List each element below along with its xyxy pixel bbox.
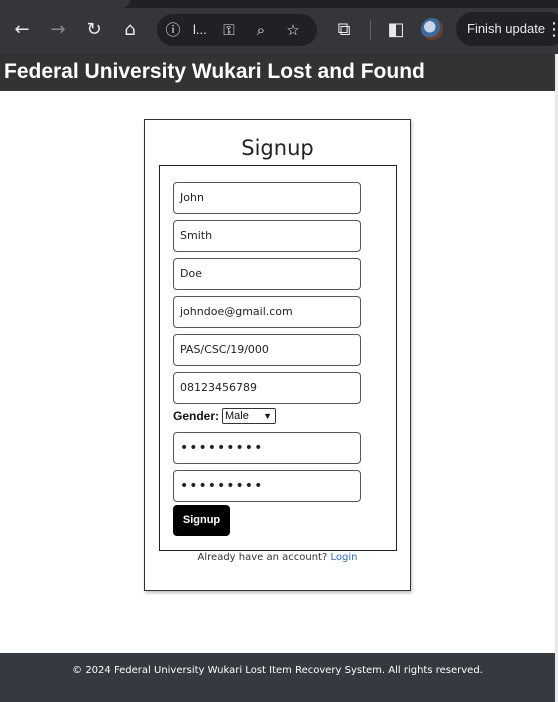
- finish-update-button[interactable]: Finish update: [456, 12, 558, 46]
- gender-select[interactable]: Male ▼: [222, 408, 277, 424]
- key-icon[interactable]: ⚿: [218, 14, 240, 46]
- gender-label: Gender:: [173, 409, 220, 423]
- gender-selected-value: Male: [225, 410, 249, 422]
- home-icon[interactable]: ⌂: [117, 17, 143, 43]
- toolbar-divider: [370, 20, 371, 40]
- side-panel-icon[interactable]: ◧: [383, 17, 409, 43]
- middle-name-input[interactable]: Smith: [173, 220, 361, 252]
- arrow-right-icon[interactable]: →: [45, 17, 71, 43]
- arrow-left-icon[interactable]: ←: [9, 17, 35, 43]
- reload-icon[interactable]: ↻: [81, 17, 107, 43]
- site-title: Federal University Wukari Lost and Found: [4, 60, 425, 83]
- last-name-input[interactable]: Doe: [173, 258, 361, 290]
- address-bar[interactable]: ⓘ l... ⚿ ⌕ ☆: [157, 14, 317, 46]
- login-prompt: Already have an account? Login: [145, 552, 410, 563]
- profile-avatar[interactable]: [421, 18, 443, 40]
- login-link[interactable]: Login: [330, 552, 357, 563]
- site-info-icon[interactable]: ⓘ: [162, 14, 184, 46]
- phone-input[interactable]: 08123456789: [173, 372, 361, 404]
- footer-copyright: © 2024 Federal University Wukari Lost It…: [72, 665, 483, 676]
- active-tab[interactable]: [0, 0, 130, 8]
- reg-number-input[interactable]: PAS/CSC/19/000: [173, 334, 361, 366]
- chevron-down-icon: ▼: [263, 411, 273, 421]
- signup-form: John Smith Doe johndoe@gmail.com PAS/CSC…: [159, 165, 397, 551]
- puzzle-icon[interactable]: ⧉: [331, 17, 357, 43]
- tab-strip: [0, 0, 558, 8]
- url-text[interactable]: l...: [193, 14, 207, 46]
- confirm-password-input[interactable]: •••••••••: [173, 470, 361, 502]
- first-name-input[interactable]: John: [173, 182, 361, 214]
- password-input[interactable]: •••••••••: [173, 432, 361, 464]
- zoom-icon[interactable]: ⌕: [250, 14, 272, 46]
- email-input[interactable]: johndoe@gmail.com: [173, 296, 361, 328]
- browser-toolbar: ← → ↻ ⌂ ⓘ l... ⚿ ⌕ ☆ ⧉ ◧ Finish update ⋮: [0, 0, 558, 54]
- star-icon[interactable]: ☆: [282, 14, 304, 46]
- site-footer: © 2024 Federal University Wukari Lost It…: [0, 653, 555, 702]
- have-account-text: Already have an account?: [197, 552, 328, 563]
- signup-card: Signup John Smith Doe johndoe@gmail.com …: [144, 119, 411, 591]
- gender-row: Gender: Male ▼: [173, 407, 277, 425]
- three-dots-icon[interactable]: ⋮: [545, 17, 558, 43]
- signup-button[interactable]: Signup: [173, 505, 230, 536]
- site-header: Federal University Wukari Lost and Found: [0, 54, 555, 91]
- signup-heading: Signup: [241, 136, 314, 160]
